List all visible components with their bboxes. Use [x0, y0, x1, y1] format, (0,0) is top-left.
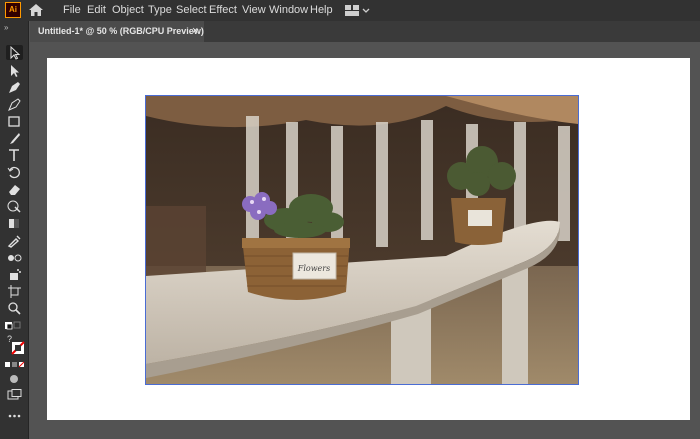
curvature-tool-icon[interactable] — [6, 97, 23, 112]
app-logo: Ai — [5, 2, 21, 18]
menu-view[interactable]: View — [242, 4, 266, 16]
close-tab-button[interactable]: × — [192, 25, 198, 37]
menu-type[interactable]: Type — [148, 4, 172, 16]
document-tab-bar: Untitled-1* @ 50 % (RGB/CPU Preview) — [30, 21, 700, 42]
selection-tool-icon[interactable] — [6, 45, 23, 60]
screen-mode-icon[interactable] — [6, 389, 23, 401]
menu-bar: Ai File Edit Object Type Select Effect V… — [0, 0, 700, 21]
svg-text:?: ? — [7, 334, 12, 344]
document-tab[interactable]: Untitled-1* @ 50 % (RGB/CPU Preview) — [30, 21, 204, 42]
fill-stroke-swatch-icon[interactable]: ? — [4, 320, 26, 360]
artboard-tool-icon[interactable] — [6, 284, 23, 299]
eyedropper-tool-icon[interactable] — [6, 233, 23, 248]
draw-mode-icon[interactable] — [6, 373, 23, 385]
menu-help[interactable]: Help — [310, 4, 333, 16]
placed-image[interactable]: Flowers — [145, 95, 579, 385]
color-mode-icon[interactable] — [4, 360, 26, 370]
eraser-tool-icon[interactable] — [6, 182, 23, 197]
gradient-tool-icon[interactable] — [6, 216, 23, 231]
menu-window[interactable]: Window — [269, 4, 308, 16]
menu-effect[interactable]: Effect — [209, 4, 237, 16]
direct-selection-tool-icon[interactable] — [6, 63, 23, 78]
blend-tool-icon[interactable] — [6, 250, 23, 265]
shape-builder-tool-icon[interactable] — [6, 199, 23, 214]
more-tools-icon[interactable] — [6, 412, 23, 420]
home-icon[interactable] — [28, 3, 44, 17]
menu-object[interactable]: Object — [112, 4, 144, 16]
type-tool-icon[interactable] — [6, 148, 23, 163]
basket-label-text: Flowers — [297, 264, 330, 273]
rotate-tool-icon[interactable] — [6, 165, 23, 180]
menu-edit[interactable]: Edit — [87, 4, 106, 16]
paintbrush-tool-icon[interactable] — [6, 131, 23, 146]
photo-content: Flowers — [146, 96, 578, 384]
rectangle-tool-icon[interactable] — [6, 114, 23, 129]
zoom-tool-icon[interactable] — [6, 301, 23, 316]
symbol-sprayer-tool-icon[interactable] — [6, 267, 23, 282]
menu-file[interactable]: File — [63, 4, 81, 16]
workspace-switcher-icon[interactable] — [344, 4, 370, 17]
pen-tool-icon[interactable] — [6, 80, 23, 95]
collapse-panel-icon[interactable]: » — [4, 23, 8, 32]
menu-select[interactable]: Select — [176, 4, 207, 16]
